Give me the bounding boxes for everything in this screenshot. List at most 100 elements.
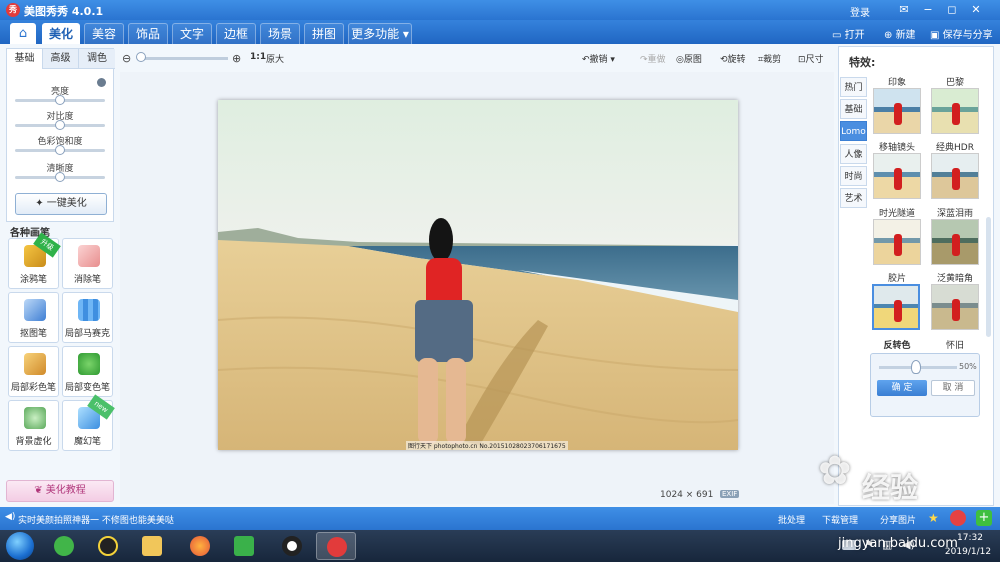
taskbar-meitu[interactable]	[316, 532, 356, 560]
minimize-icon[interactable]: −	[920, 2, 936, 18]
original-icon: ◎	[676, 55, 684, 65]
home-icon[interactable]: ⌂	[10, 23, 36, 44]
beach-photo[interactable]: 图行天下 photophoto.cn No.201510280237061716…	[218, 100, 738, 450]
taskbar-browser-360[interactable]	[44, 532, 84, 560]
tab-collage[interactable]: 拼图	[304, 23, 344, 44]
effect-thumb-tilt-shift[interactable]	[873, 153, 921, 199]
zoom-in-icon[interactable]: ⊕	[232, 52, 241, 65]
close-icon[interactable]: ✕	[968, 2, 984, 18]
effect-thumb-film[interactable]	[872, 284, 920, 330]
effect-name: 怀旧	[945, 341, 964, 351]
taskbar-qq[interactable]	[88, 532, 128, 560]
slider-knob[interactable]	[55, 120, 65, 130]
category-lomo[interactable]: Lomo	[840, 121, 867, 141]
save-icon: ▣	[930, 30, 943, 41]
brush-mosaic[interactable]: 局部马赛克	[62, 292, 113, 343]
category-art[interactable]: 艺术	[840, 188, 867, 208]
zoom-slider[interactable]	[138, 57, 228, 60]
effect-thumb-impression[interactable]	[873, 88, 921, 134]
undo-button[interactable]: ↶撤销 ▾	[582, 52, 615, 65]
login-link[interactable]: 登录	[850, 4, 870, 19]
effect-thumb-deep-blue[interactable]	[931, 219, 979, 265]
effect-thumb-time-tunnel[interactable]	[873, 219, 921, 265]
plus-icon: ⊕	[884, 30, 896, 41]
open-button[interactable]: ▭ 打开	[832, 26, 865, 41]
confirm-button[interactable]: 确 定	[877, 380, 927, 396]
category-basic[interactable]: 基础	[840, 99, 867, 119]
category-fashion[interactable]: 时尚	[840, 166, 867, 186]
effects-scrollbar[interactable]	[986, 217, 991, 337]
blur-icon	[24, 407, 46, 429]
brush-doodle[interactable]: 升级 涂鸦笔	[8, 232, 61, 289]
effect-name: 移轴镜头	[878, 143, 915, 153]
slider-knob[interactable]	[55, 172, 65, 182]
tutorial-button[interactable]: ❦ 美化教程	[6, 480, 114, 502]
subtab-advanced[interactable]: 高级	[43, 49, 79, 69]
new-button[interactable]: ⊕ 新建	[884, 26, 916, 41]
tab-more[interactable]: 更多功能 ▾	[348, 23, 412, 44]
taskbar-explorer[interactable]	[132, 532, 172, 560]
contrast-slider[interactable]	[15, 120, 105, 130]
one-click-beautify-button[interactable]: ✦ 一键美化	[15, 193, 107, 215]
effect-thumb-yellow-vignette[interactable]	[931, 284, 979, 330]
brush-blur-background[interactable]: 背景虚化	[8, 400, 59, 451]
brush-magic[interactable]: new 魔幻笔	[62, 394, 115, 451]
message-icon[interactable]: ✉	[896, 2, 912, 18]
resize-button[interactable]: ⊡尺寸	[798, 52, 824, 65]
tab-text[interactable]: 文字	[172, 23, 212, 44]
resize-icon: ⊡	[798, 55, 806, 65]
rotate-button[interactable]: ⟲旋转	[720, 52, 746, 65]
effect-thumb-classic-hdr[interactable]	[931, 153, 979, 199]
brightness-slider[interactable]	[15, 95, 105, 105]
brush-eraser[interactable]: 消除笔	[62, 238, 113, 289]
tab-scene[interactable]: 场景	[260, 23, 300, 44]
taskbar-player[interactable]	[224, 532, 264, 560]
brush-local-color[interactable]: 局部彩色笔	[8, 346, 59, 397]
zoom-out-icon[interactable]: ⊖	[122, 52, 131, 65]
exif-button[interactable]: EXIF	[720, 490, 740, 498]
zoom-ratio-button[interactable]: 1:1	[250, 52, 266, 62]
slider-knob[interactable]	[55, 95, 65, 105]
tab-accessories[interactable]: 饰品	[128, 23, 168, 44]
redo-button[interactable]: ↷重做	[640, 52, 666, 65]
paw-icon: ✿	[818, 448, 852, 494]
photo-watermark: 图行天下 photophoto.cn No.201510280237061716…	[406, 441, 568, 450]
subtab-basic[interactable]: 基础	[7, 49, 43, 69]
subtab-color[interactable]: 调色	[79, 49, 115, 69]
left-panel: 基础 高级 调色 亮度 对比度 色彩饱和度 清晰度 ✦ 一键美化 各种画笔 升级…	[6, 46, 115, 506]
original-image-button[interactable]: ◎原图	[676, 52, 702, 65]
saturation-slider[interactable]	[15, 145, 105, 155]
cutout-pen-icon	[24, 299, 46, 321]
crop-button[interactable]: ⌗裁剪	[758, 52, 781, 65]
tab-beautify[interactable]: 美化	[42, 23, 80, 44]
tab-beauty[interactable]: 美容	[84, 23, 124, 44]
tab-frame[interactable]: 边框	[216, 23, 256, 44]
batch-process-button[interactable]: 批处理	[778, 513, 805, 526]
taskbar-firefox[interactable]	[180, 532, 220, 560]
cancel-button[interactable]: 取 消	[931, 380, 975, 396]
browser-icon	[54, 536, 74, 556]
category-hot[interactable]: 热门	[840, 77, 867, 97]
brush-cutout[interactable]: 抠图笔	[8, 292, 59, 343]
eraser-icon	[78, 245, 100, 267]
zoom-slider-knob[interactable]	[136, 52, 146, 62]
maximize-icon[interactable]: ◻	[944, 2, 960, 18]
intensity-slider-knob[interactable]	[911, 360, 921, 374]
effect-intensity-popover: 50% 确 定 取 消	[870, 353, 980, 417]
slider-knob[interactable]	[55, 145, 65, 155]
effect-name: 反转色	[883, 341, 911, 351]
original-size-button[interactable]: 原大	[266, 52, 284, 65]
folder-icon	[142, 536, 162, 556]
sharpness-slider[interactable]	[15, 172, 105, 182]
effect-thumb-paris[interactable]	[931, 88, 979, 134]
category-portrait[interactable]: 人像	[840, 144, 867, 164]
save-share-button[interactable]: ▣ 保存与分享	[930, 26, 993, 41]
start-button[interactable]	[6, 532, 34, 560]
status-message[interactable]: 实时美颜拍照神器一 不修图也能美美哒	[18, 513, 174, 526]
paint-bucket-icon	[78, 353, 100, 375]
effect-name: 时光隧道	[878, 209, 915, 219]
image-size-label: 1024 × 691	[660, 490, 714, 500]
image-toolbar: ⊖ ⊕ 1:1 原大 ↶撤销 ▾ ↷重做 ◎原图 ⟲旋转 ⌗裁剪 ⊡尺寸	[120, 46, 832, 70]
taskbar-recorder[interactable]	[272, 532, 312, 560]
brush-color-change[interactable]: 局部变色笔	[62, 346, 113, 397]
